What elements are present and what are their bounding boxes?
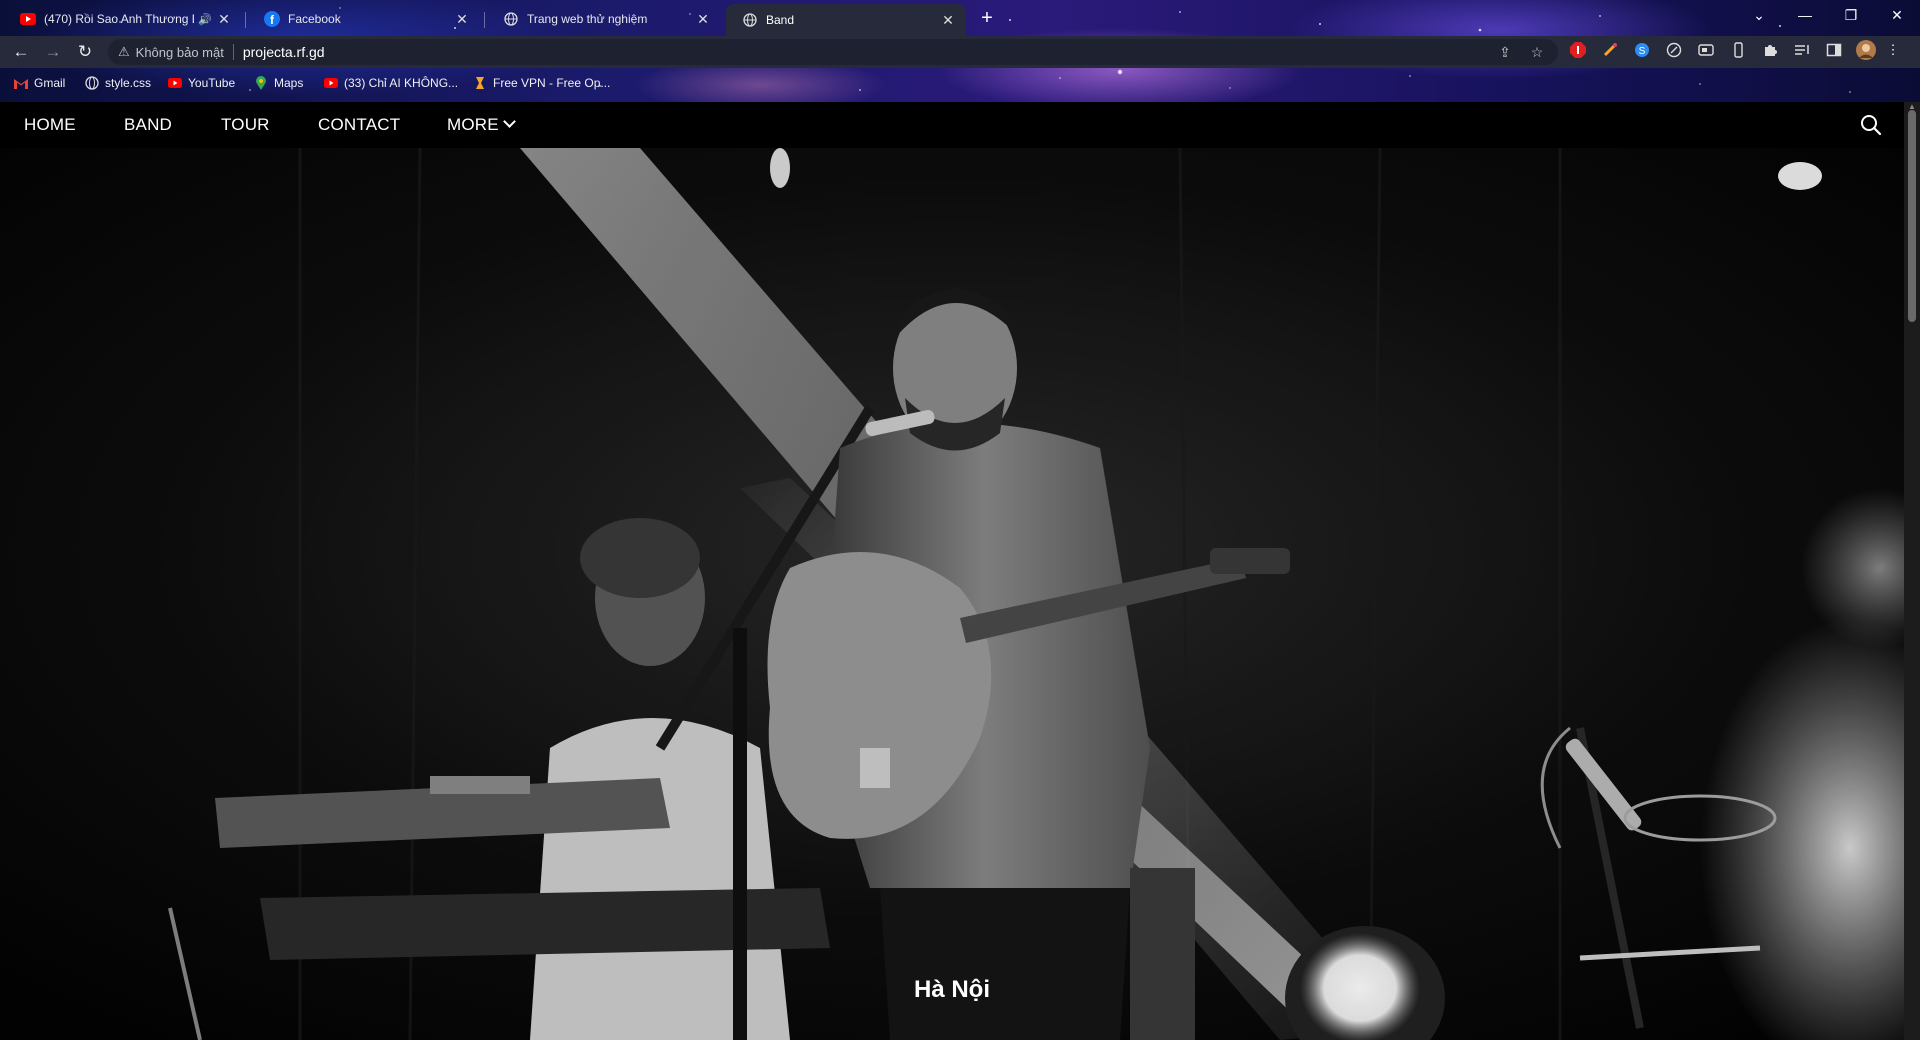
tab-divider	[245, 12, 246, 28]
share-icon[interactable]: ⇪	[1496, 43, 1514, 61]
tab-title: Trang web thử nghiệm	[527, 12, 648, 26]
chevron-down-icon	[502, 115, 516, 128]
back-button[interactable]: ←	[9, 40, 33, 64]
tab-facebook[interactable]: f Facebook ✕	[248, 4, 480, 34]
svg-text:S: S	[1639, 46, 1646, 57]
minimize-button[interactable]: —	[1782, 0, 1828, 30]
browser-chrome: (470) Rồi Sao Anh Thương Em 🔊 ✕ f Facebo…	[0, 0, 1920, 102]
tab-test-site[interactable]: Trang web thử nghiệm ✕	[487, 4, 721, 34]
nav-contact-link[interactable]: CONTACT	[318, 102, 400, 148]
bookmark-maps[interactable]: Maps	[254, 76, 303, 90]
globe-icon	[85, 76, 99, 90]
youtube-icon	[20, 11, 36, 27]
close-window-button[interactable]: ✕	[1874, 0, 1920, 30]
adblock-extension-icon[interactable]	[1568, 40, 1588, 60]
speaker-icon[interactable]: 🔊	[194, 13, 216, 26]
hero-slide-image: Hà Nội	[0, 148, 1904, 1040]
tab-search-chevron-icon[interactable]: ⌄	[1736, 0, 1782, 30]
warning-icon[interactable]: ⚠	[118, 44, 130, 60]
nav-tour-link[interactable]: TOUR	[221, 102, 270, 148]
close-tab-icon[interactable]: ✕	[695, 11, 711, 28]
close-tab-icon[interactable]: ✕	[454, 11, 470, 28]
bookmark-youtube-chi-ai[interactable]: (33) Chỉ AI KHÔNG...	[324, 76, 458, 90]
reading-list-icon[interactable]	[1792, 40, 1812, 60]
facebook-icon: f	[264, 11, 280, 27]
color-picker-extension-icon[interactable]	[1600, 40, 1620, 60]
gmail-icon	[14, 76, 28, 90]
hero-caption: Hà Nội	[913, 976, 990, 1003]
bookmark-style-css[interactable]: style.css	[85, 76, 151, 90]
nav-band-link[interactable]: BAND	[124, 102, 172, 148]
omnibox-divider	[232, 44, 234, 60]
scrollbar-thumb[interactable]	[1908, 110, 1916, 322]
restore-button[interactable]: ❐	[1828, 0, 1874, 30]
tab-title: (470) Rồi Sao Anh Thương Em	[44, 12, 194, 26]
close-tab-icon[interactable]: ✕	[940, 12, 956, 29]
site-navbar: HOME BAND TOUR CONTACT MORE	[0, 102, 1904, 148]
page-scrollbar[interactable]: ▲	[1904, 102, 1920, 1040]
reload-button[interactable]: ↻	[73, 40, 97, 64]
search-icon[interactable]	[1860, 114, 1882, 136]
media-extension-icon[interactable]	[1696, 40, 1716, 60]
youtube-icon	[324, 76, 338, 90]
tab-title: Facebook	[288, 12, 341, 26]
nav-more-label: MORE	[447, 115, 499, 134]
bookmark-label: Gmail	[34, 76, 66, 90]
translate-extension-icon[interactable]: S	[1632, 40, 1652, 60]
globe-icon	[503, 11, 519, 27]
web-page: HOME BAND TOUR CONTACT MORE Hà Nội	[0, 102, 1904, 1040]
band-concert-photo	[0, 148, 1904, 1040]
bookmark-label: Free VPN - Free Op...	[493, 76, 611, 90]
close-tab-icon[interactable]: ✕	[216, 11, 232, 28]
compass-extension-icon[interactable]	[1664, 40, 1684, 60]
bookmark-free-vpn[interactable]: Free VPN - Free Op...	[473, 76, 610, 90]
new-tab-button[interactable]: +	[975, 6, 999, 30]
nav-more-dropdown[interactable]: MORE	[447, 102, 516, 148]
bookmark-gmail[interactable]: Gmail	[14, 76, 65, 90]
forward-button[interactable]: →	[41, 40, 65, 64]
side-panel-icon[interactable]	[1824, 40, 1844, 60]
globe-icon	[742, 12, 758, 28]
bookmark-label: (33) Chỉ AI KHÔNG...	[344, 76, 459, 90]
tab-youtube[interactable]: (470) Rồi Sao Anh Thương Em 🔊 ✕	[4, 4, 242, 34]
nav-home-link[interactable]: HOME	[24, 102, 76, 148]
url-text[interactable]: projecta.rf.gd	[243, 44, 325, 60]
bookmark-label: style.css	[105, 76, 152, 90]
youtube-icon	[168, 76, 182, 90]
bookmarks-bar: Gmail style.css YouTube Maps (33) Chỉ AI…	[0, 68, 1920, 102]
vpn-icon	[473, 76, 487, 90]
tab-band-active[interactable]: Band ✕	[726, 4, 966, 36]
maps-icon	[254, 76, 268, 90]
bookmark-label: Maps	[274, 76, 304, 90]
tab-divider	[484, 12, 485, 28]
phone-extension-icon[interactable]	[1728, 40, 1748, 60]
bookmark-star-icon[interactable]: ☆	[1528, 43, 1546, 61]
bookmark-label: YouTube	[188, 76, 236, 90]
security-status[interactable]: Không bảo mật	[136, 45, 224, 60]
extensions-puzzle-icon[interactable]	[1760, 40, 1780, 60]
tab-title: Band	[766, 13, 795, 27]
address-bar[interactable]: ⚠ Không bảo mật projecta.rf.gd ⇪ ☆	[108, 39, 1558, 65]
profile-avatar[interactable]	[1856, 40, 1876, 60]
bookmark-youtube[interactable]: YouTube	[168, 76, 235, 90]
browser-menu-icon[interactable]: ⋮	[1886, 40, 1900, 60]
